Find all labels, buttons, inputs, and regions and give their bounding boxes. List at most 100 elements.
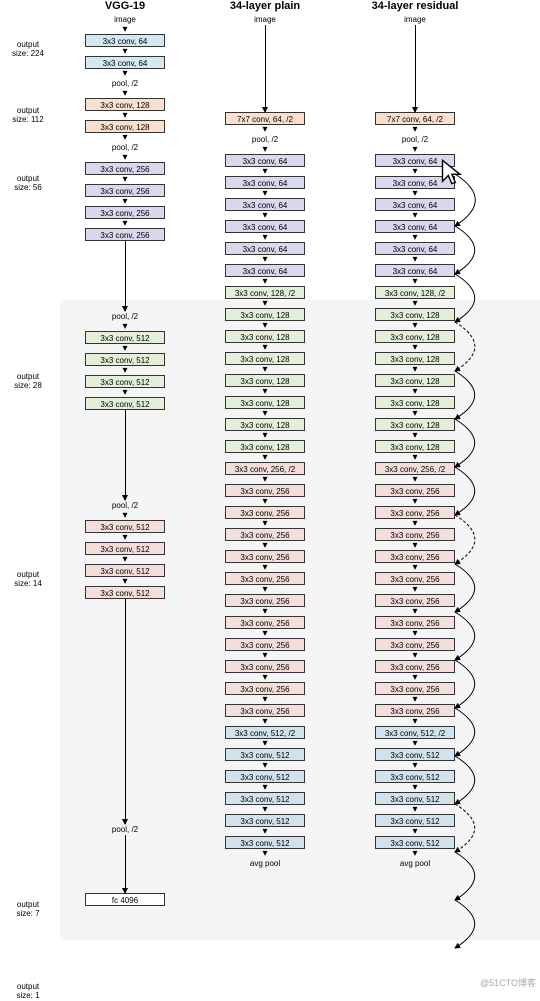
arrow-down-icon — [415, 25, 416, 112]
arrow-down-icon: ▾ — [262, 497, 267, 506]
arrow-down-icon: ▾ — [412, 211, 417, 220]
arrow-down-icon: ▾ — [122, 69, 127, 78]
arrow-down-icon: ▾ — [122, 47, 127, 56]
arrow-down-icon: ▾ — [412, 233, 417, 242]
arrow-down-icon: ▾ — [262, 519, 267, 528]
arrow-down-icon: ▾ — [122, 219, 127, 228]
arrow-down-icon: ▾ — [262, 125, 267, 134]
arrow-down-icon: ▾ — [122, 25, 127, 34]
arrow-down-icon: ▾ — [262, 453, 267, 462]
arrow-down-icon: ▾ — [412, 805, 417, 814]
arrow-down-icon: ▾ — [412, 387, 417, 396]
layer-text: avg pool — [400, 858, 430, 869]
arrow-down-icon: ▾ — [412, 255, 417, 264]
arrow-down-icon: ▾ — [262, 431, 267, 440]
arrow-down-icon: ▾ — [412, 125, 417, 134]
arrow-down-icon: ▾ — [412, 145, 417, 154]
arrow-down-icon: ▾ — [412, 541, 417, 550]
arrow-down-icon: ▾ — [262, 827, 267, 836]
arrow-down-icon: ▾ — [262, 783, 267, 792]
cursor-icon — [439, 158, 467, 186]
arrow-down-icon: ▾ — [412, 167, 417, 176]
arrow-down-icon: ▾ — [262, 233, 267, 242]
arrow-down-icon: ▾ — [262, 805, 267, 814]
arrow-down-icon — [125, 835, 126, 893]
arrow-down-icon: ▾ — [262, 541, 267, 550]
arrow-down-icon: ▾ — [412, 409, 417, 418]
row-label: outputsize: 1 — [0, 982, 56, 1000]
arrow-down-icon: ▾ — [122, 366, 127, 375]
arrow-down-icon: ▾ — [262, 321, 267, 330]
arrow-down-icon: ▾ — [262, 739, 267, 748]
arrow-down-icon: ▾ — [262, 585, 267, 594]
title-vgg: VGG-19 — [60, 0, 190, 12]
arrow-down-icon: ▾ — [412, 475, 417, 484]
arrow-down-icon: ▾ — [262, 211, 267, 220]
layer-text: image — [254, 14, 276, 25]
arrow-down-icon: ▾ — [412, 717, 417, 726]
skip-connection — [455, 900, 475, 948]
title-plain: 34-layer plain — [190, 0, 340, 12]
arrow-down-icon — [125, 599, 126, 824]
row-label: outputsize: 14 — [0, 570, 56, 588]
arrow-down-icon: ▾ — [412, 827, 417, 836]
arrow-down-icon: ▾ — [122, 111, 127, 120]
arrow-down-icon: ▾ — [122, 322, 127, 331]
layer-box: 3x3 conv, 512 — [85, 397, 165, 410]
layer-text: image — [404, 14, 426, 25]
arrow-down-icon: ▾ — [122, 175, 127, 184]
arrow-down-icon: ▾ — [412, 365, 417, 374]
arrow-down-icon: ▾ — [262, 651, 267, 660]
col-residual: image7x7 conv, 64, /2▾pool, /2▾3x3 conv,… — [340, 14, 490, 906]
arrow-down-icon: ▾ — [262, 607, 267, 616]
arrow-down-icon: ▾ — [412, 651, 417, 660]
arrow-down-icon: ▾ — [412, 761, 417, 770]
title-residual: 34-layer residual — [340, 0, 490, 12]
arrow-down-icon: ▾ — [262, 695, 267, 704]
row-label: outputsize: 7 — [0, 900, 56, 918]
arrow-down-icon: ▾ — [122, 577, 127, 586]
arrow-down-icon: ▾ — [412, 629, 417, 638]
arrow-down-icon: ▾ — [412, 321, 417, 330]
arrow-down-icon: ▾ — [412, 673, 417, 682]
arrow-down-icon: ▾ — [122, 511, 127, 520]
arrow-down-icon: ▾ — [122, 197, 127, 206]
row-label: outputsize: 112 — [0, 106, 56, 124]
layer-text: pool, /2 — [112, 824, 138, 835]
arrow-down-icon: ▾ — [412, 431, 417, 440]
arrow-down-icon: ▾ — [262, 629, 267, 638]
arrow-down-icon: ▾ — [412, 849, 417, 858]
layer-box: fc 4096 — [85, 893, 165, 906]
arrow-down-icon: ▾ — [412, 519, 417, 528]
arrow-down-icon: ▾ — [262, 849, 267, 858]
arrow-down-icon: ▾ — [262, 277, 267, 286]
arrow-down-icon: ▾ — [262, 387, 267, 396]
arrow-down-icon: ▾ — [262, 145, 267, 154]
column-titles: VGG-19 34-layer plain 34-layer residual — [0, 0, 540, 12]
arrow-down-icon: ▾ — [412, 343, 417, 352]
layer-box: 3x3 conv, 512 — [85, 586, 165, 599]
arrow-down-icon — [265, 25, 266, 112]
arrow-down-icon: ▾ — [262, 255, 267, 264]
arrow-down-icon: ▾ — [122, 533, 127, 542]
row-label: outputsize: 224 — [0, 40, 56, 58]
arrow-down-icon: ▾ — [262, 189, 267, 198]
row-label: outputsize: 56 — [0, 174, 56, 192]
arrow-down-icon: ▾ — [412, 607, 417, 616]
arrow-down-icon: ▾ — [412, 563, 417, 572]
arrow-down-icon: ▾ — [262, 167, 267, 176]
arrow-down-icon: ▾ — [122, 89, 127, 98]
col-vgg: image▾3x3 conv, 64▾3x3 conv, 64▾pool, /2… — [60, 14, 190, 906]
arrow-down-icon: ▾ — [412, 453, 417, 462]
arrow-down-icon: ▾ — [412, 189, 417, 198]
arrow-down-icon: ▾ — [262, 673, 267, 682]
arrow-down-icon — [125, 241, 126, 311]
arrow-down-icon: ▾ — [412, 585, 417, 594]
arrow-down-icon: ▾ — [262, 717, 267, 726]
col-plain: image7x7 conv, 64, /2▾pool, /2▾3x3 conv,… — [190, 14, 340, 906]
arrow-down-icon: ▾ — [262, 299, 267, 308]
arrow-down-icon: ▾ — [122, 344, 127, 353]
arrow-down-icon: ▾ — [262, 475, 267, 484]
arrow-down-icon: ▾ — [412, 739, 417, 748]
arrow-down-icon: ▾ — [122, 555, 127, 564]
